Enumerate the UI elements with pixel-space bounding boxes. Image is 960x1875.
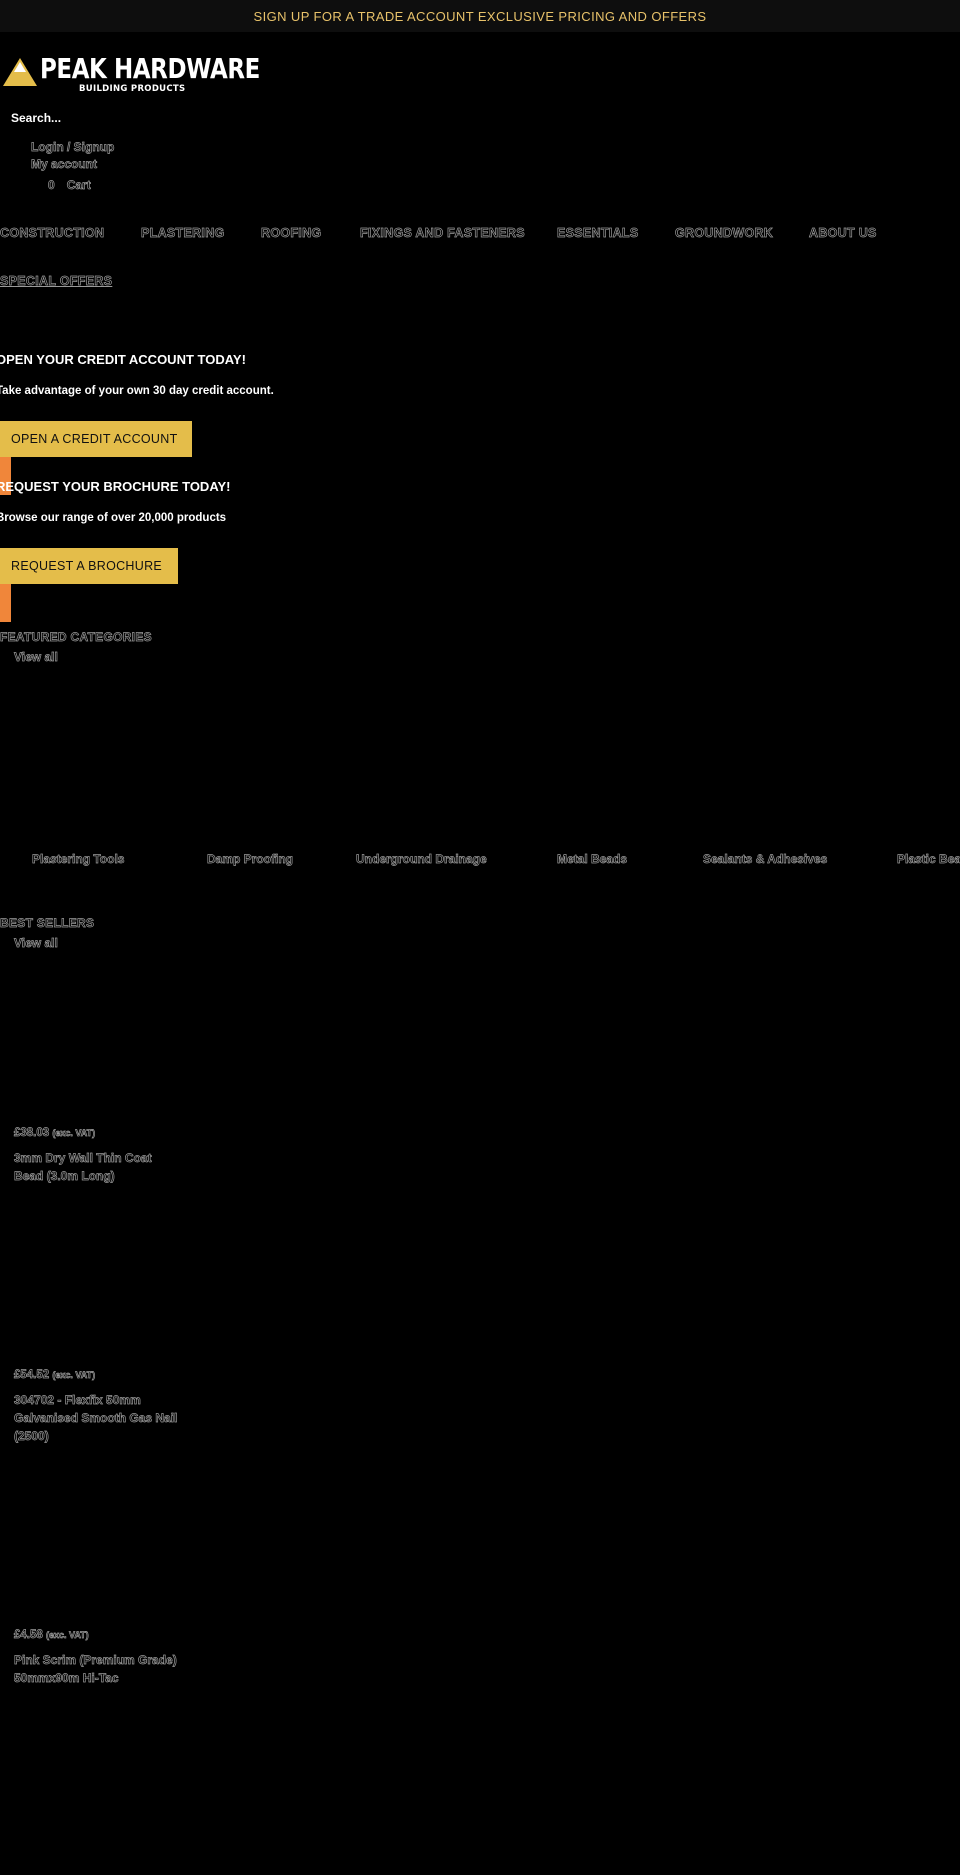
- my-account-link[interactable]: My account: [31, 156, 114, 173]
- nav-item-construction[interactable]: CONSTRUCTION: [0, 226, 104, 241]
- credit-promo-text: Take advantage of your own 30 day credit…: [0, 385, 274, 397]
- cart-count: 0: [48, 178, 55, 193]
- price-vat-note: (exc. VAT): [45, 1630, 89, 1641]
- logo-name: PEAK HARDWARE: [40, 52, 260, 85]
- credit-promo-title: OPEN YOUR CREDIT ACCOUNT TODAY!: [0, 352, 246, 367]
- accent-bar: [0, 584, 11, 622]
- request-brochure-button[interactable]: REQUEST A BROCHURE: [0, 548, 178, 584]
- search-input[interactable]: [11, 111, 211, 125]
- brochure-promo-text: Browse our range of over 20,000 products: [0, 512, 227, 524]
- category-sealants-adhesives[interactable]: Sealants & Adhesives: [703, 852, 828, 867]
- product-card[interactable]: £4.58 (exc. VAT) Pink Scrim (Premium Gra…: [14, 1629, 184, 1687]
- product-card[interactable]: £38.03 (exc. VAT) 3mm Dry Wall Thin Coat…: [14, 1127, 184, 1185]
- price-value: £38.03: [14, 1127, 50, 1140]
- nav-item-essentials[interactable]: ESSENTIALS: [557, 226, 639, 241]
- announcement-text[interactable]: SIGN UP FOR A TRADE ACCOUNT EXCLUSIVE PR…: [254, 9, 707, 24]
- search-bar: [11, 111, 211, 129]
- category-plastic-beads[interactable]: Plastic Beads: [897, 852, 960, 867]
- price-value: £54.52: [14, 1369, 50, 1382]
- product-price: £38.03 (exc. VAT): [14, 1127, 184, 1140]
- nav-item-fixings-and-fasteners[interactable]: FIXINGS AND FASTENERS: [360, 226, 525, 241]
- product-price: £4.58 (exc. VAT): [14, 1629, 184, 1642]
- product-name[interactable]: 304702 - Flexfix 50mm Galvanised Smooth …: [14, 1391, 184, 1445]
- category-metal-beads[interactable]: Metal Beads: [557, 852, 628, 867]
- main-nav: CONSTRUCTION PLASTERING ROOFING FIXINGS …: [0, 226, 960, 246]
- cart-link[interactable]: 0 Cart: [48, 178, 91, 193]
- featured-view-all-link[interactable]: View all: [14, 650, 59, 665]
- cart-label: Cart: [66, 178, 91, 193]
- login-signup-link[interactable]: Login / Signup: [31, 139, 115, 156]
- category-damp-proofing[interactable]: Damp Proofing: [207, 852, 294, 867]
- best-sellers-heading: BEST SELLERS: [0, 916, 95, 931]
- category-plastering-tools[interactable]: Plastering Tools: [32, 852, 125, 867]
- product-card[interactable]: £54.52 (exc. VAT) 304702 - Flexfix 50mm …: [14, 1369, 184, 1445]
- product-name[interactable]: Pink Scrim (Premium Grade) 50mmx90m Hi-T…: [14, 1651, 184, 1687]
- nav-item-groundwork[interactable]: GROUNDWORK: [675, 226, 774, 241]
- announcement-bar[interactable]: SIGN UP FOR A TRADE ACCOUNT EXCLUSIVE PR…: [0, 0, 960, 32]
- logo[interactable]: PEAK HARDWARE BUILDING PRODUCTS: [2, 52, 260, 98]
- nav-item-about-us[interactable]: ABOUT US: [809, 226, 877, 241]
- best-sellers-view-all-link[interactable]: View all: [14, 936, 59, 951]
- price-vat-note: (exc. VAT): [52, 1370, 96, 1381]
- mountain-logo-icon: [3, 58, 37, 86]
- price-value: £4.58: [14, 1629, 43, 1642]
- product-price: £54.52 (exc. VAT): [14, 1369, 184, 1382]
- logo-tagline: BUILDING PRODUCTS: [79, 84, 186, 94]
- nav-item-special-offers[interactable]: SPECIAL OFFERS: [0, 274, 112, 289]
- price-vat-note: (exc. VAT): [52, 1128, 96, 1139]
- category-underground-drainage[interactable]: Underground Drainage: [356, 852, 487, 867]
- nav-item-plastering[interactable]: PLASTERING: [141, 226, 225, 241]
- open-credit-account-button[interactable]: OPEN A CREDIT ACCOUNT: [0, 421, 192, 457]
- product-name[interactable]: 3mm Dry Wall Thin Coat Bead (3.0m Long): [14, 1149, 184, 1185]
- account-links: Login / Signup My account: [31, 139, 115, 173]
- brochure-promo-title: REQUEST YOUR BROCHURE TODAY!: [0, 479, 231, 494]
- nav-item-roofing[interactable]: ROOFING: [261, 226, 322, 241]
- featured-categories-heading: FEATURED CATEGORIES: [0, 630, 152, 645]
